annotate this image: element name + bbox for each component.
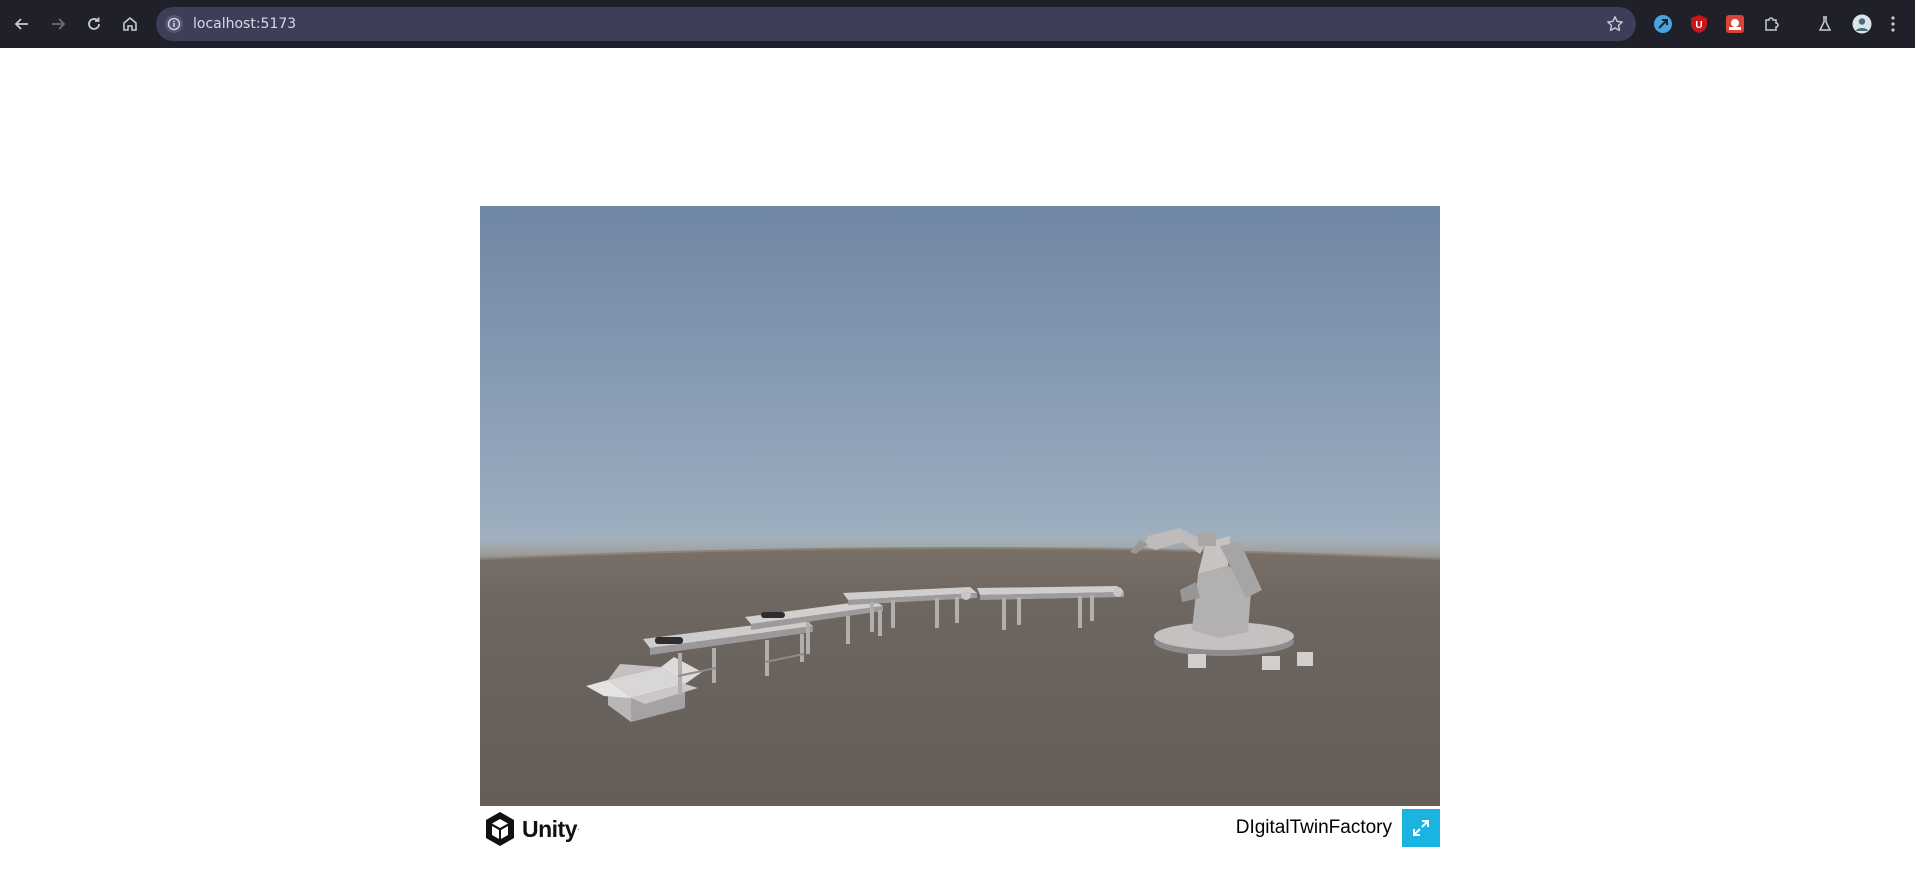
forward-arrow-icon [52, 18, 66, 30]
ublock-icon: U [1691, 15, 1707, 33]
menu-kebab-icon [1891, 16, 1895, 32]
home-button[interactable] [116, 10, 144, 38]
extension-3-icon [1726, 15, 1744, 33]
unity-logo: Unity · [484, 811, 580, 847]
svg-text:U: U [1695, 20, 1702, 31]
unity-wordmark: Unity [522, 815, 578, 842]
profile-button[interactable] [1851, 13, 1873, 35]
fullscreen-button[interactable] [1402, 809, 1440, 847]
extensions-puzzle-icon [1765, 17, 1779, 31]
fullscreen-expand-icon [1413, 820, 1429, 836]
factory-scene [480, 206, 1440, 806]
profile-avatar-icon [1852, 14, 1872, 34]
unity-canvas[interactable] [480, 206, 1440, 806]
unity-footer: Unity · DIgitalTwinFactory [480, 807, 1440, 849]
url-text[interactable]: localhost:5173 [193, 7, 296, 41]
labs-flask-icon [1818, 16, 1832, 31]
address-bar[interactable]: localhost:5173 [156, 7, 1636, 41]
extension-1-icon [1654, 15, 1672, 33]
extension-1-button[interactable] [1652, 13, 1674, 35]
extension-3-button[interactable] [1724, 13, 1746, 35]
home-icon [123, 16, 137, 31]
bookmark-star-icon[interactable] [1606, 15, 1624, 33]
back-arrow-icon [14, 18, 28, 30]
forward-button[interactable] [44, 10, 72, 38]
extensions-menu-button[interactable] [1761, 13, 1783, 35]
labs-button[interactable] [1814, 13, 1836, 35]
reload-button[interactable] [80, 10, 108, 38]
browser-toolbar: localhost:5173 U [0, 0, 1915, 48]
ublock-button[interactable]: U [1688, 13, 1710, 35]
build-title: DIgitalTwinFactory [1235, 817, 1392, 838]
back-button[interactable] [8, 10, 36, 38]
site-info-icon[interactable] [164, 14, 184, 34]
reload-icon [88, 17, 100, 30]
browser-menu-button[interactable] [1886, 13, 1900, 35]
unity-cube-icon [486, 812, 514, 846]
